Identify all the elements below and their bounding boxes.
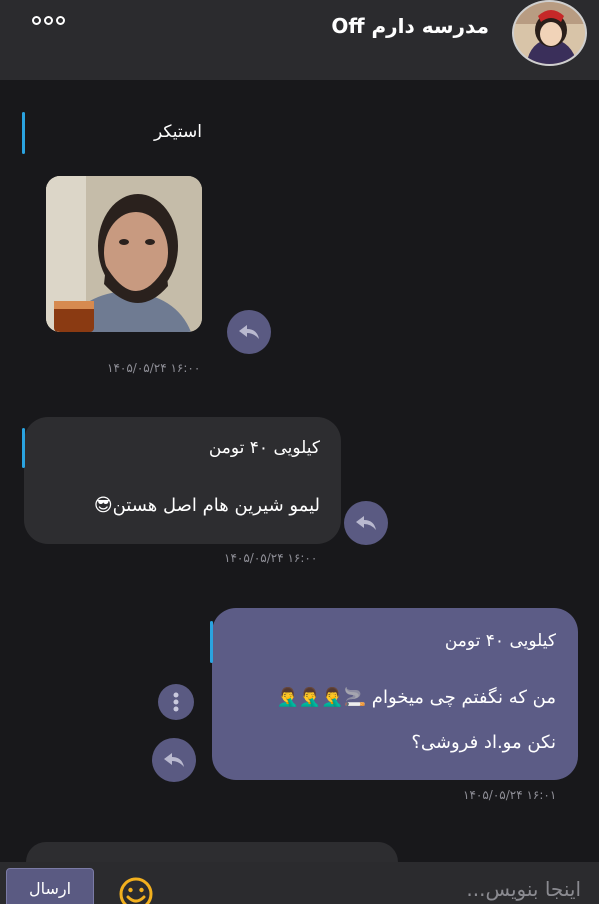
message-text-line-1: من که نگفتم چی میخوام 🚬🤦‍♂️🤦‍♂️🤦‍♂️ [276,687,556,708]
reply-indicator [22,112,25,154]
chat-title[interactable]: مدرسه دارم Off [331,14,489,38]
reply-indicator [210,621,213,663]
reply-button[interactable] [344,501,388,545]
reply-button[interactable] [152,738,196,782]
reply-quote: استیکر [154,122,202,142]
reply-icon [239,325,259,339]
more-options-icon[interactable] [32,16,65,25]
reply-icon [356,516,376,530]
reply-quote: کیلویی ۴۰ تومن [444,631,556,651]
message-text: لیمو شیرین هام اصل هستن😎 [93,495,320,516]
reply-quote: کیلویی ۴۰ تومن [208,438,320,458]
message-timestamp: ۱۴۰۵/۰۵/۲۴ ۱۶:۰۰ [107,361,201,375]
emoji-icon[interactable] [118,876,154,904]
reply-button[interactable] [227,310,271,354]
reply-icon [164,753,184,767]
more-options-button[interactable] [158,684,194,720]
chat-header [0,0,599,80]
vertical-dots-icon [173,692,179,712]
message-timestamp: ۱۴۰۵/۰۵/۲۴ ۱۶:۰۰ [224,551,318,565]
message-text-line-2: نکن مو.اد فروشی؟ [411,732,556,753]
message-timestamp: ۱۴۰۵/۰۵/۲۴ ۱۶:۰۱ [463,788,557,802]
message-input[interactable]: اینجا بنویس... [466,877,581,901]
sticker-image[interactable] [46,176,202,332]
reply-indicator [22,428,25,468]
avatar[interactable] [512,0,587,66]
send-button[interactable]: ارسال [6,868,94,904]
